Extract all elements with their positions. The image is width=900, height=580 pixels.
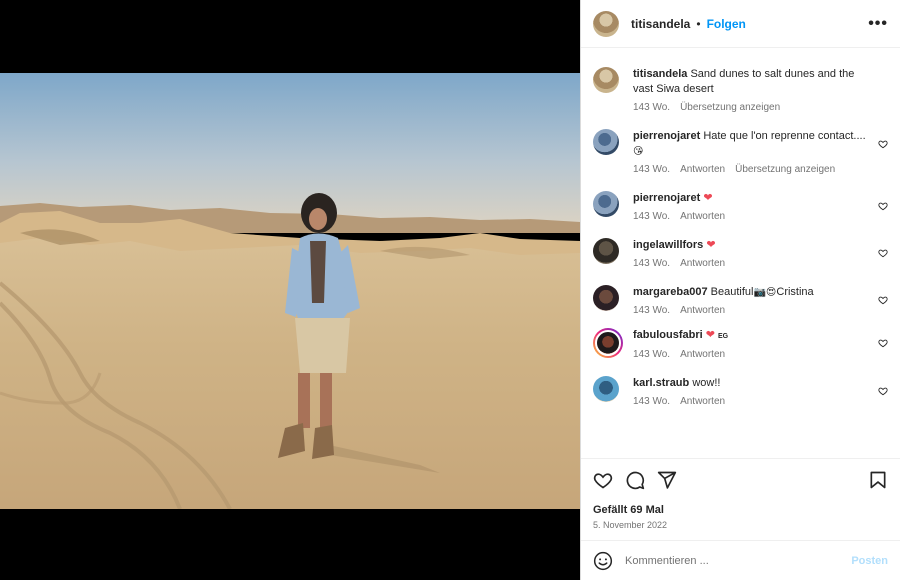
like-comment-icon[interactable] xyxy=(878,201,888,211)
comment-username[interactable]: fabulousfabri xyxy=(633,329,703,341)
translate-link[interactable]: Übersetzung anzeigen xyxy=(680,102,780,113)
kiss-emoji-icon: 😘 xyxy=(633,146,644,157)
comment-username[interactable]: ingelawillfors xyxy=(633,239,703,251)
comment-item: fabulousfabri ❤ EG 143 Wo. Antworten xyxy=(581,328,900,360)
red-heart-emoji-icon: ❤ xyxy=(703,192,713,204)
author-username[interactable]: titisandela xyxy=(631,17,690,31)
comment-age[interactable]: 143 Wo. xyxy=(633,305,670,316)
more-options-icon[interactable]: ••• xyxy=(868,15,888,33)
comment-tag: EG xyxy=(718,333,729,340)
comment-text: Hate que l'on reprenne contact.... xyxy=(703,130,866,142)
comment-item: karl.straub wow!! 143 Wo. Antworten xyxy=(581,376,900,407)
comment-item: ingelawillfors ❤ 143 Wo. Antworten xyxy=(581,238,900,269)
caption-age[interactable]: 143 Wo. xyxy=(633,102,670,113)
camera-heart-eyes-emoji-icon: 📷😍 xyxy=(753,287,777,298)
author-avatar[interactable] xyxy=(593,10,619,37)
comment-text: wow!! xyxy=(692,377,721,389)
translate-link[interactable]: Übersetzung anzeigen xyxy=(735,164,835,175)
like-comment-icon[interactable] xyxy=(878,295,888,305)
post-date[interactable]: 5. November 2022 xyxy=(593,520,888,530)
comment-item: pierrenojaret Hate que l'on reprenne con… xyxy=(581,129,900,175)
post-header: titisandela • Folgen ••• xyxy=(581,0,900,48)
comment-input[interactable] xyxy=(625,554,852,567)
caption-username[interactable]: titisandela xyxy=(633,68,687,80)
like-comment-icon[interactable] xyxy=(878,338,888,348)
caption: titisandela Sand dunes to salt dunes and… xyxy=(581,67,900,113)
comment-age[interactable]: 143 Wo. xyxy=(633,396,670,407)
share-icon[interactable] xyxy=(657,470,677,490)
commenter-avatar[interactable] xyxy=(593,191,619,217)
like-comment-icon[interactable] xyxy=(878,139,888,149)
comment-age[interactable]: 143 Wo. xyxy=(633,211,670,222)
comment-text: Beautiful xyxy=(710,286,754,298)
comment-icon[interactable] xyxy=(625,470,645,490)
post-media[interactable] xyxy=(0,0,580,580)
reply-button[interactable]: Antworten xyxy=(680,396,725,407)
separator-dot: • xyxy=(696,16,701,31)
red-heart-emoji-icon: ❤ xyxy=(705,329,715,341)
like-comment-icon[interactable] xyxy=(878,248,888,258)
post-actions: Gefällt 69 Mal 5. November 2022 xyxy=(581,458,900,530)
likes-count[interactable]: Gefällt 69 Mal xyxy=(593,504,888,516)
comment-item: pierrenojaret ❤ 143 Wo. Antworten xyxy=(581,191,900,222)
reply-button[interactable]: Antworten xyxy=(680,305,725,316)
emoji-picker-icon[interactable] xyxy=(593,551,613,571)
comment-text-suffix: Cristina xyxy=(776,286,814,298)
comment-username[interactable]: pierrenojaret xyxy=(633,192,700,204)
comment-username[interactable]: pierrenojaret xyxy=(633,130,700,142)
comments-list[interactable]: titisandela Sand dunes to salt dunes and… xyxy=(581,49,900,456)
post-comment-button[interactable]: Posten xyxy=(851,555,888,567)
post-panel: titisandela • Folgen ••• titisandela San… xyxy=(580,0,900,580)
comment-username[interactable]: margareba007 xyxy=(633,286,708,298)
reply-button[interactable]: Antworten xyxy=(680,349,725,360)
comment-composer: Posten xyxy=(581,540,900,580)
like-icon[interactable] xyxy=(593,470,613,490)
reply-button[interactable]: Antworten xyxy=(680,258,725,269)
reply-button[interactable]: Antworten xyxy=(680,164,725,175)
comment-age[interactable]: 143 Wo. xyxy=(633,164,670,175)
follow-button[interactable]: Folgen xyxy=(707,17,746,31)
commenter-avatar[interactable] xyxy=(593,376,619,402)
reply-button[interactable]: Antworten xyxy=(680,211,725,222)
comment-item: margareba007 Beautiful📷😍Cristina 143 Wo.… xyxy=(581,285,900,316)
like-comment-icon[interactable] xyxy=(878,386,888,396)
commenter-story-avatar[interactable] xyxy=(593,328,623,358)
desert-photo[interactable] xyxy=(0,73,580,509)
comment-age[interactable]: 143 Wo. xyxy=(633,258,670,269)
commenter-avatar[interactable] xyxy=(593,285,619,311)
comment-username[interactable]: karl.straub xyxy=(633,377,689,389)
author-avatar[interactable] xyxy=(593,67,619,93)
red-heart-emoji-icon: ❤ xyxy=(706,239,716,251)
save-bookmark-icon[interactable] xyxy=(868,470,888,490)
commenter-avatar[interactable] xyxy=(593,129,619,155)
commenter-avatar[interactable] xyxy=(593,238,619,264)
comment-age[interactable]: 143 Wo. xyxy=(633,349,670,360)
